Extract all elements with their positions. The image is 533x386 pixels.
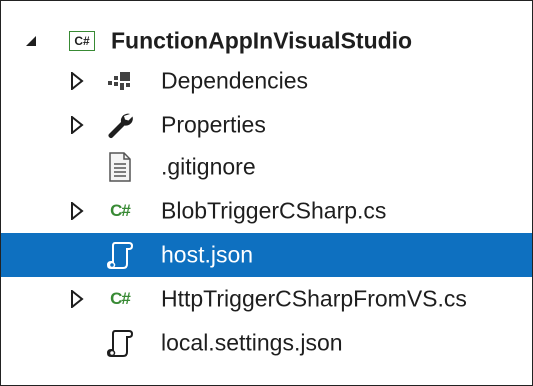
expanded-arrow-icon[interactable]: [21, 31, 41, 51]
tree-item-blobtrigger[interactable]: C# BlobTriggerCSharp.cs: [1, 191, 532, 231]
project-name: FunctionAppInVisualStudio: [111, 27, 413, 54]
text-file-icon: [105, 152, 135, 182]
tree-item-label: BlobTriggerCSharp.cs: [161, 197, 387, 224]
collapsed-arrow-icon[interactable]: [67, 201, 87, 221]
json-file-icon: [105, 240, 135, 270]
collapsed-arrow-icon[interactable]: [67, 71, 87, 91]
csharp-file-icon: C#: [110, 201, 131, 220]
tree-item-host-json[interactable]: host.json: [1, 233, 532, 277]
dependencies-icon: [105, 66, 135, 96]
collapsed-arrow-icon[interactable]: [67, 115, 87, 135]
csharp-project-icon: C#: [67, 26, 97, 56]
tree-item-project[interactable]: C# FunctionAppInVisualStudio: [1, 21, 532, 61]
wrench-icon: [105, 110, 135, 140]
solution-explorer-tree: C# FunctionAppInVisualStudio Dependencie…: [0, 0, 533, 386]
tree-item-properties[interactable]: Properties: [1, 105, 532, 145]
tree-item-label: .gitignore: [161, 153, 256, 180]
collapsed-arrow-icon[interactable]: [67, 289, 87, 309]
tree-item-label: Dependencies: [161, 67, 309, 94]
tree-item-label: local.settings.json: [161, 329, 343, 356]
csharp-file-icon: C#: [110, 289, 131, 308]
tree-item-label: Properties: [161, 111, 266, 138]
tree-item-local-settings[interactable]: local.settings.json: [1, 323, 532, 363]
tree-item-gitignore[interactable]: .gitignore: [1, 147, 532, 187]
json-file-icon: [105, 328, 135, 358]
tree-item-dependencies[interactable]: Dependencies: [1, 61, 532, 101]
tree-item-label: host.json: [161, 241, 254, 268]
tree-item-httptrigger[interactable]: C# HttpTriggerCSharpFromVS.cs: [1, 279, 532, 319]
tree-item-label: HttpTriggerCSharpFromVS.cs: [161, 285, 467, 312]
